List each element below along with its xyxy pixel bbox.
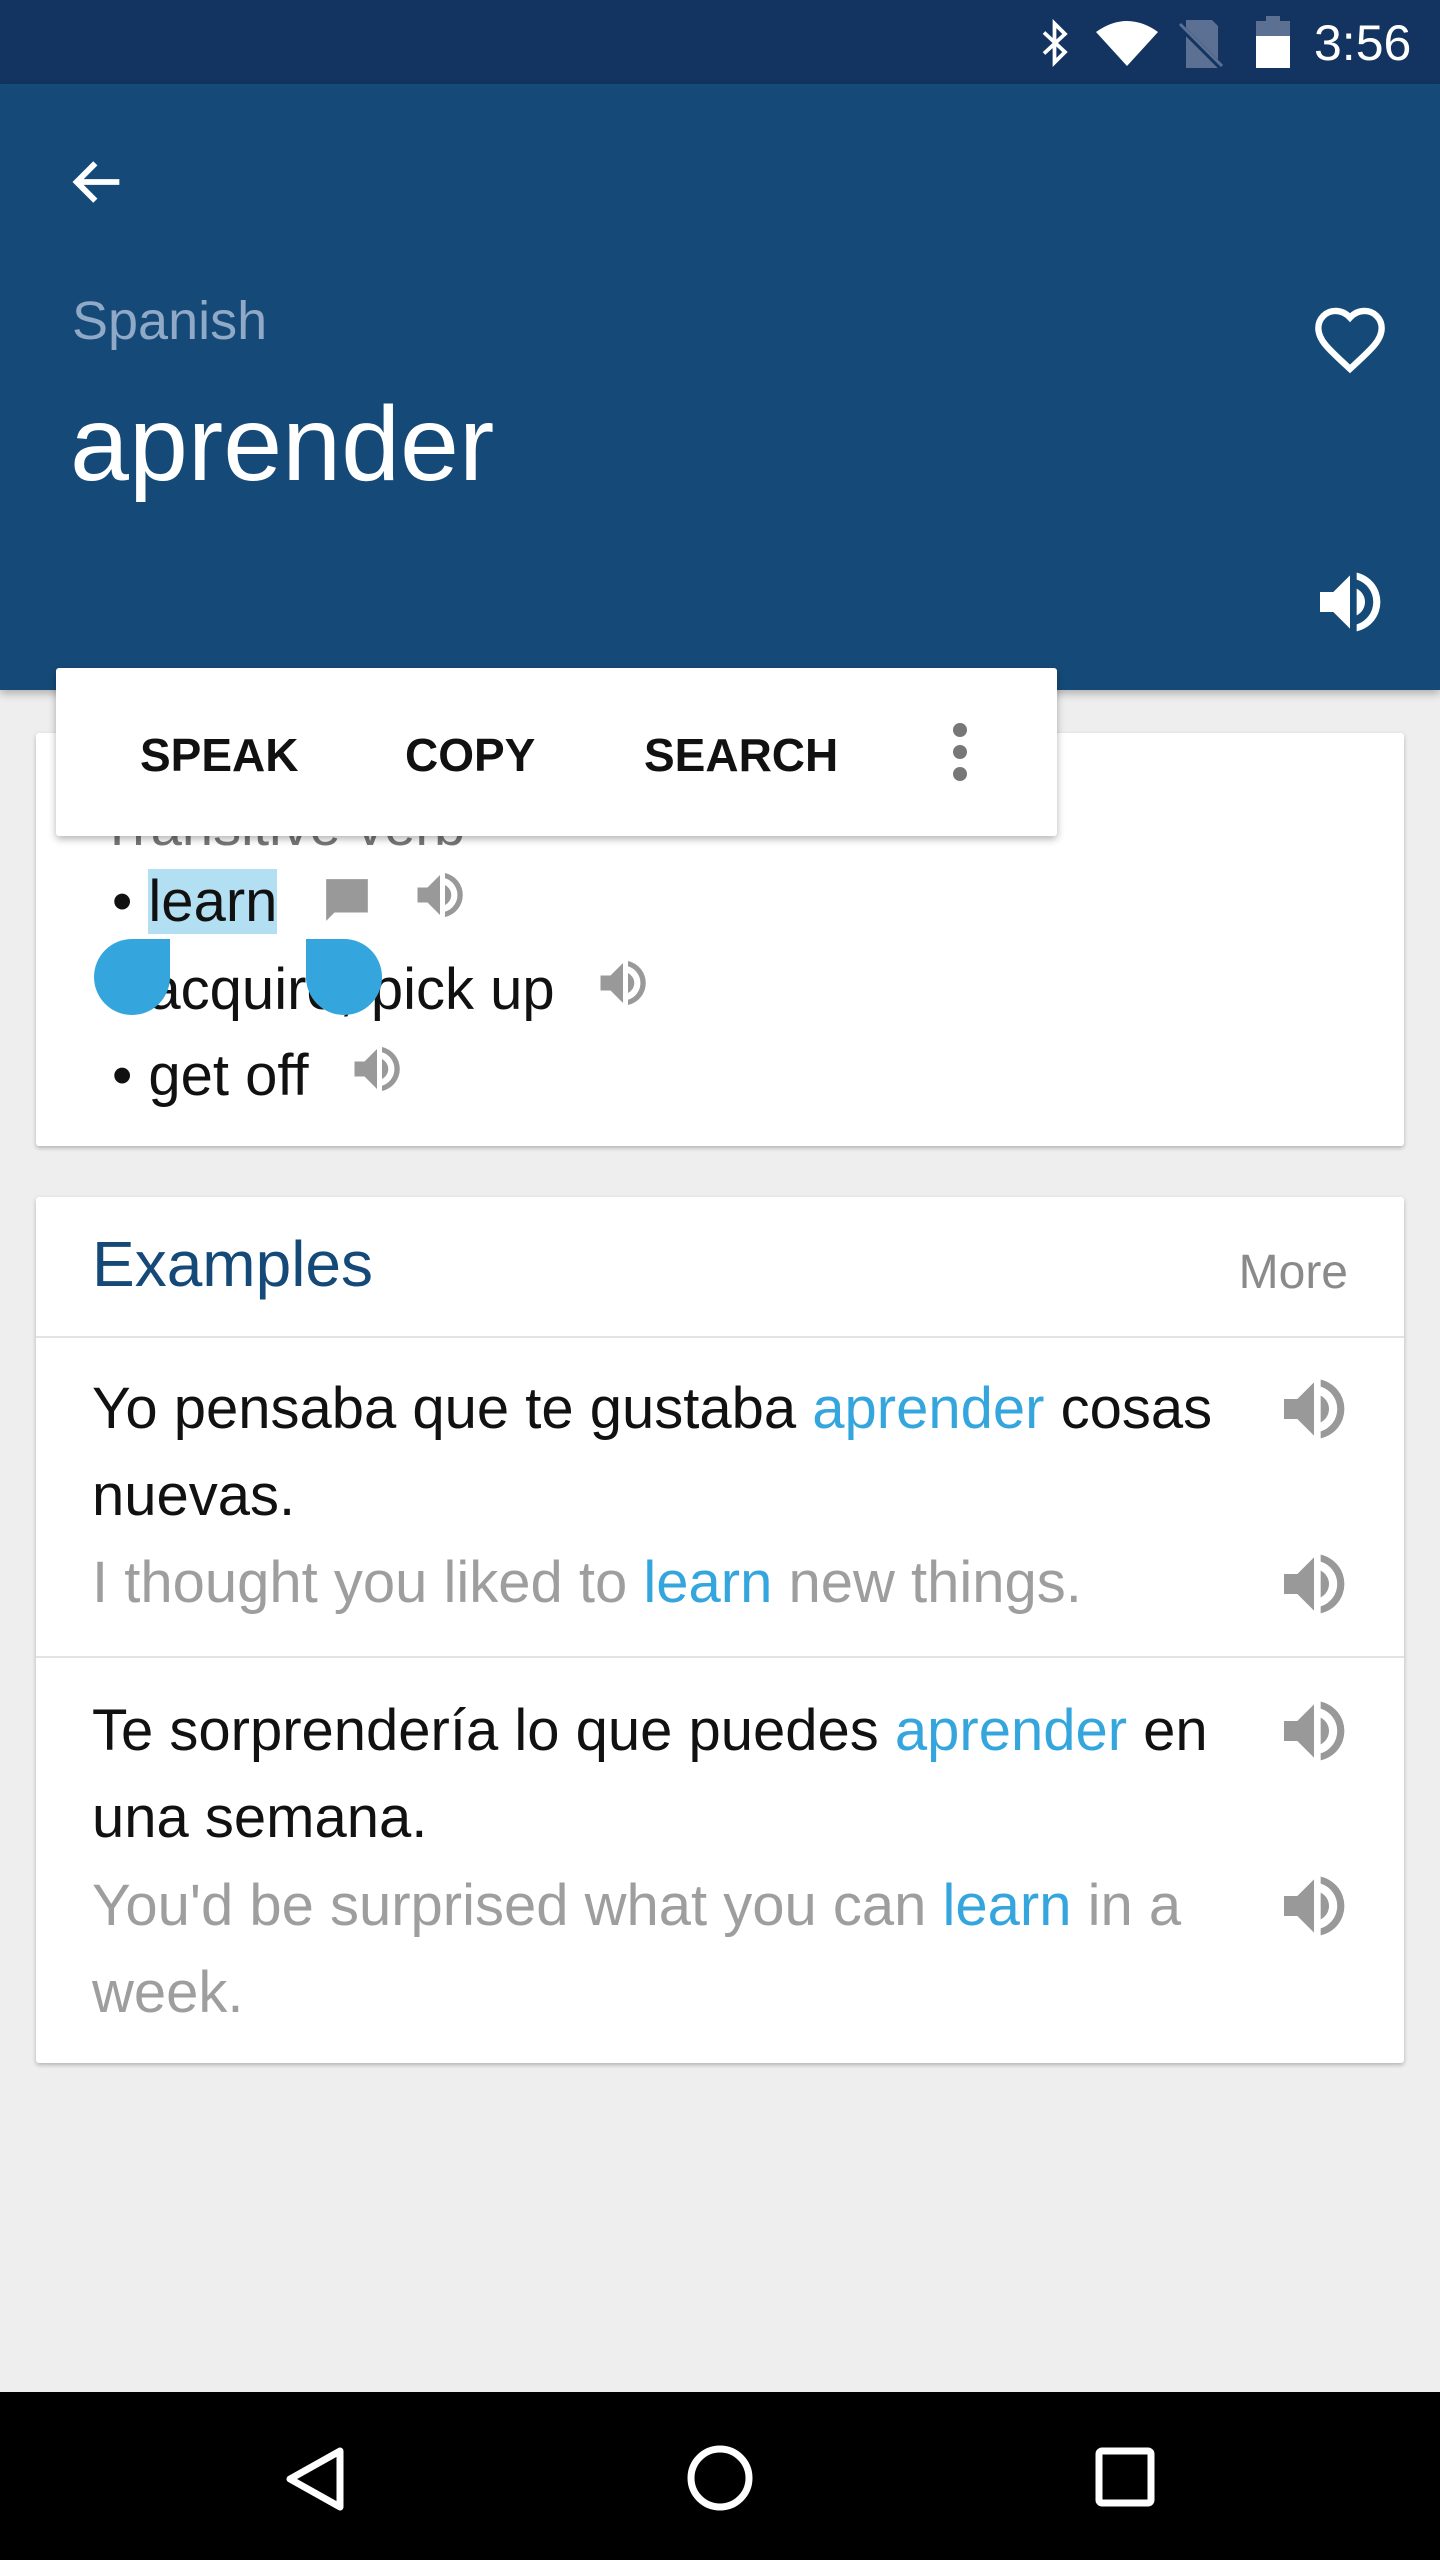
- copy-button[interactable]: COPY: [405, 728, 535, 782]
- clock: 3:56: [1314, 15, 1412, 71]
- navigation-bar: [0, 2392, 1440, 2560]
- comment-icon[interactable]: [322, 875, 372, 925]
- volume-icon[interactable]: [1274, 1369, 1354, 1449]
- selected-text[interactable]: learn: [148, 869, 278, 934]
- definition-item[interactable]: • acquire, pick up: [112, 953, 653, 1023]
- selection-handle-left[interactable]: [94, 939, 170, 1015]
- volume-icon[interactable]: [1310, 562, 1390, 642]
- volume-icon[interactable]: [410, 865, 470, 925]
- divider: [36, 1336, 1404, 1338]
- volume-icon[interactable]: [1274, 1544, 1354, 1624]
- definition-item[interactable]: • get off: [112, 1039, 407, 1109]
- example-spanish: Te sorprendería lo que puedes aprender e…: [92, 1698, 1208, 1850]
- no-sim-icon: [1178, 20, 1225, 68]
- search-button[interactable]: SEARCH: [644, 728, 838, 782]
- status-bar: 3:56: [0, 0, 1440, 84]
- text-selection-toolbar: SPEAK COPY SEARCH: [56, 668, 1057, 836]
- example-english: You'd be surprised what you can learn in…: [92, 1873, 1182, 2025]
- more-vert-icon[interactable]: [950, 722, 970, 782]
- recents-square-icon[interactable]: [1095, 2447, 1155, 2507]
- speak-button[interactable]: SPEAK: [140, 728, 298, 782]
- examples-card: Examples More Yo pensaba que te gustaba …: [36, 1197, 1404, 2063]
- volume-icon[interactable]: [593, 953, 653, 1013]
- examples-title: Examples: [92, 1228, 373, 1300]
- heart-outline-icon[interactable]: [1312, 304, 1388, 380]
- definition-item[interactable]: • learn: [112, 865, 470, 935]
- battery-icon: [1256, 16, 1290, 68]
- volume-icon[interactable]: [1274, 1866, 1354, 1946]
- example-english: I thought you liked to learn new things.: [92, 1550, 1082, 1615]
- wifi-icon: [1096, 21, 1158, 66]
- selection-handle-right[interactable]: [306, 939, 382, 1015]
- bluetooth-icon: [1042, 18, 1068, 68]
- back-triangle-icon[interactable]: [284, 2446, 346, 2512]
- arrow-left-icon[interactable]: [66, 150, 130, 214]
- volume-icon[interactable]: [347, 1039, 407, 1099]
- home-circle-icon[interactable]: [686, 2444, 754, 2512]
- app-bar: Spanish aprender: [0, 84, 1440, 690]
- headword: aprender: [70, 385, 495, 503]
- language-label: Spanish: [72, 291, 268, 351]
- divider: [36, 1656, 1404, 1658]
- more-link[interactable]: More: [1239, 1245, 1348, 1300]
- volume-icon[interactable]: [1274, 1691, 1354, 1771]
- example-spanish: Yo pensaba que te gustaba aprender cosas…: [92, 1376, 1213, 1528]
